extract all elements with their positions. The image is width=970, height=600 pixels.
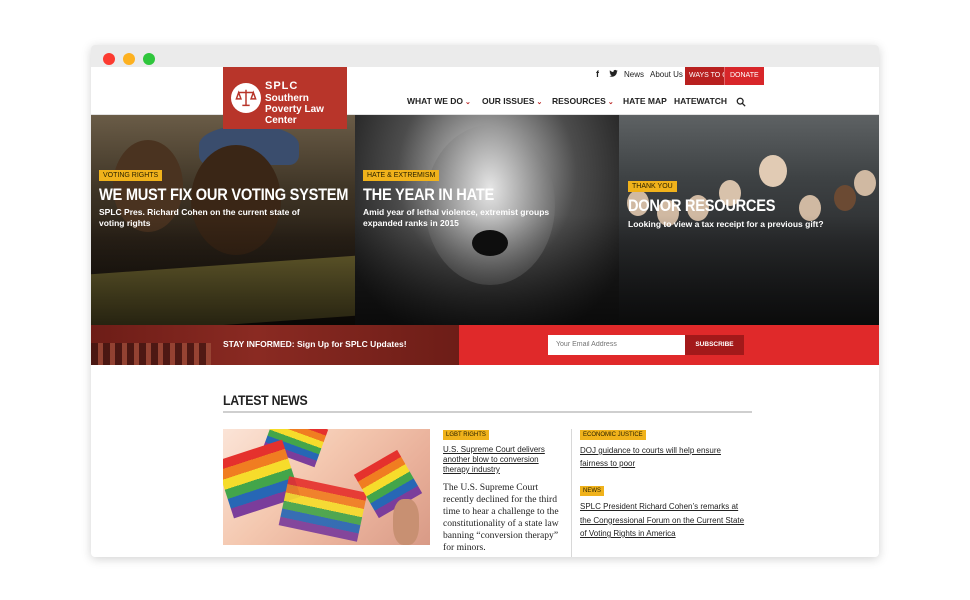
article-tag-news[interactable]: NEWS bbox=[580, 486, 604, 496]
logo-name: Southern Poverty Law Center bbox=[265, 93, 324, 126]
hero-subtext-donor: Looking to view a tax receipt for a prev… bbox=[628, 219, 824, 229]
column-divider bbox=[571, 429, 572, 557]
article-tag-economic-justice[interactable]: ECONOMIC JUSTICE bbox=[580, 430, 646, 440]
hero-subtext-voting: SPLC Pres. Richard Cohen on the current … bbox=[99, 207, 300, 228]
chevron-down-icon: ⌄ bbox=[536, 99, 543, 106]
article-tag-lgbt-rights[interactable]: LGBT RIGHTS bbox=[443, 430, 489, 440]
hero-headline-donor[interactable]: DONOR RESOURCES bbox=[628, 196, 775, 216]
heading-divider bbox=[223, 411, 752, 413]
hero-headline-voting[interactable]: WE MUST FIX OUR VOTING SYSTEM bbox=[99, 185, 348, 205]
window-titlebar bbox=[91, 45, 879, 67]
latest-news-heading: LATEST NEWS bbox=[223, 392, 308, 408]
article-image-pride-flags[interactable] bbox=[223, 429, 430, 545]
close-window-button[interactable] bbox=[103, 53, 115, 65]
minimize-window-button[interactable] bbox=[123, 53, 135, 65]
about-us-link[interactable]: About Us bbox=[650, 70, 683, 79]
email-input[interactable] bbox=[548, 335, 685, 355]
image-detail bbox=[393, 499, 419, 545]
hero-tag-voting-rights[interactable]: VOTING RIGHTS bbox=[99, 170, 163, 181]
nav-label: OUR ISSUES bbox=[482, 96, 535, 106]
hero-shade bbox=[355, 215, 619, 325]
donate-button[interactable]: DONATE bbox=[724, 67, 764, 85]
logo-acronym: SPLC bbox=[265, 80, 299, 92]
image-detail bbox=[278, 476, 368, 542]
article-title-link[interactable]: SPLC President Richard Cohen’s remarks a… bbox=[580, 500, 748, 541]
maximize-window-button[interactable] bbox=[143, 53, 155, 65]
signup-text: STAY INFORMED: Sign Up for SPLC Updates! bbox=[223, 339, 407, 349]
hero-headline-hate[interactable]: THE YEAR IN HATE bbox=[363, 185, 494, 205]
splc-logo[interactable]: SPLC Southern Poverty Law Center bbox=[223, 67, 347, 129]
nav-item-hatewatch[interactable]: HATEWATCH bbox=[674, 96, 727, 106]
signup-image-detail bbox=[91, 343, 211, 365]
hero-shade bbox=[91, 215, 355, 325]
facebook-icon[interactable]: f bbox=[596, 69, 599, 79]
nav-item-hate-map[interactable]: HATE MAP bbox=[623, 96, 667, 106]
hero-shade bbox=[619, 215, 879, 325]
twitter-icon[interactable] bbox=[609, 69, 618, 80]
hero-tag-thank-you[interactable]: THANK YOU bbox=[628, 181, 677, 192]
chevron-down-icon: ⌄ bbox=[607, 99, 614, 106]
browser-window: f News About Us WAYS TO GIVE DONATE SPLC… bbox=[91, 45, 879, 557]
nav-label: RESOURCES bbox=[552, 96, 606, 106]
chevron-down-icon: ⌄ bbox=[465, 99, 471, 106]
article-title-link[interactable]: U.S. Supreme Court delivers another blow… bbox=[443, 445, 561, 475]
hero-subtext-hate: Amid year of lethal violence, extremist … bbox=[363, 207, 550, 228]
newsletter-signup-bar: STAY INFORMED: Sign Up for SPLC Updates!… bbox=[91, 325, 879, 365]
scales-icon bbox=[231, 83, 261, 113]
article-summary: The U.S. Supreme Court recently declined… bbox=[443, 482, 559, 554]
subscribe-button[interactable]: SUBSCRIBE bbox=[685, 335, 744, 355]
nav-item-resources[interactable]: RESOURCES ⌄ bbox=[552, 96, 614, 106]
nav-label: WHAT WE DO bbox=[407, 96, 464, 106]
article-title-link[interactable]: DOJ guidance to courts will help ensure … bbox=[580, 444, 748, 470]
nav-item-our-issues[interactable]: OUR ISSUES ⌄ bbox=[482, 96, 542, 106]
search-icon[interactable] bbox=[736, 94, 746, 112]
nav-item-what-we-do[interactable]: WHAT WE DO ⌄ bbox=[407, 96, 471, 106]
hero-tag-hate-extremism[interactable]: HATE & EXTREMISM bbox=[363, 170, 440, 181]
news-link[interactable]: News bbox=[624, 70, 644, 79]
